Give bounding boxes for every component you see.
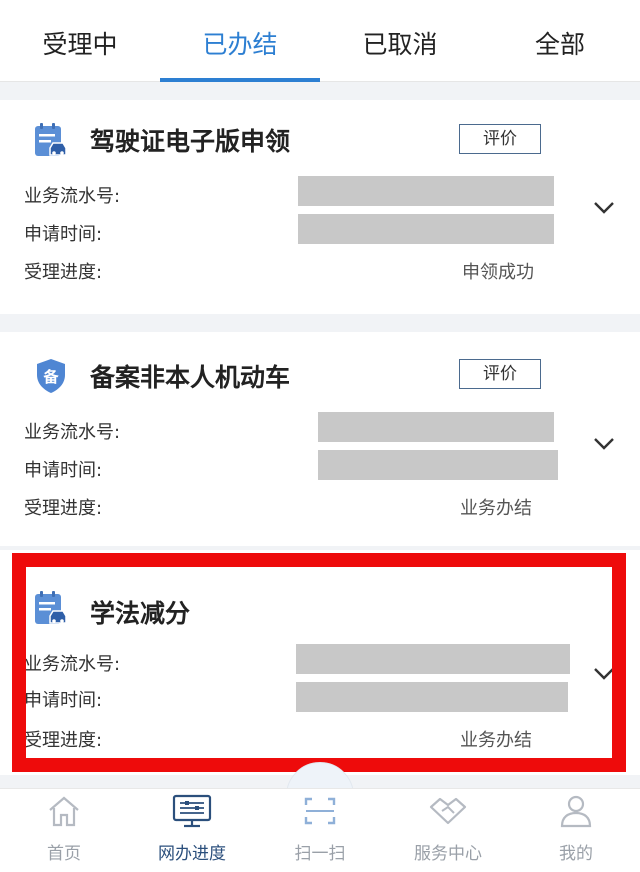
- rate-button[interactable]: 评价: [459, 359, 541, 389]
- chevron-down-icon[interactable]: [592, 436, 616, 452]
- status-text: 业务办结: [460, 498, 532, 519]
- serial-number-label: 业务流水号:: [24, 422, 121, 443]
- apply-time-redacted: [318, 450, 558, 480]
- shield-bei-icon: 备: [37, 359, 65, 393]
- nav-label: 扫一扫: [294, 844, 346, 864]
- serial-number-label: 业务流水号:: [24, 186, 121, 207]
- tab-all[interactable]: 全部: [480, 0, 640, 82]
- serial-number-redacted: [298, 176, 554, 206]
- vehicle-doc-icon: [35, 123, 67, 156]
- tab-in-progress[interactable]: 受理中: [0, 0, 160, 82]
- application-card[interactable]: 备 备案非本人机动车 评价 业务流水号: 申请时间: 受理进度: 业务办结: [0, 332, 640, 546]
- apply-time-redacted: [298, 214, 554, 244]
- highlight-frame: [12, 553, 626, 772]
- progress-label: 受理进度:: [24, 498, 103, 519]
- progress-label: 受理进度:: [24, 262, 103, 283]
- tab-completed[interactable]: 已办结: [160, 0, 320, 82]
- bottom-nav: 首页 网办进度 扫一扫 服务中心 我的: [0, 788, 640, 872]
- svg-text:备: 备: [42, 368, 59, 386]
- status-text: 申领成功: [462, 262, 534, 283]
- home-icon: [49, 796, 79, 827]
- serial-number-redacted: [318, 412, 554, 442]
- application-card[interactable]: 驾驶证电子版申领 评价 业务流水号: 申请时间: 受理进度: 申领成功: [0, 100, 640, 314]
- active-tab-indicator: [160, 78, 320, 82]
- scan-icon: [304, 797, 336, 825]
- nav-label: 网办进度: [158, 844, 226, 864]
- card-title: 备案非本人机动车: [90, 363, 291, 392]
- apply-time-label: 申请时间:: [24, 460, 103, 481]
- nav-item-mine[interactable]: 我的: [512, 789, 640, 872]
- card-title: 驾驶证电子版申领: [90, 127, 291, 156]
- nav-item-home[interactable]: 首页: [0, 789, 128, 872]
- status-tabs: 受理中 已办结 已取消 全部: [0, 0, 640, 82]
- nav-label: 首页: [47, 844, 81, 864]
- nav-item-scan[interactable]: 扫一扫: [256, 789, 384, 872]
- apply-time-label: 申请时间:: [24, 224, 103, 245]
- nav-label: 我的: [559, 844, 593, 864]
- rate-button[interactable]: 评价: [459, 124, 541, 154]
- handshake-icon: [429, 797, 467, 825]
- nav-item-progress[interactable]: 网办进度: [128, 789, 256, 872]
- nav-label: 服务中心: [414, 844, 482, 864]
- chevron-down-icon[interactable]: [592, 200, 616, 216]
- nav-item-service-center[interactable]: 服务中心: [384, 789, 512, 872]
- tab-cancelled[interactable]: 已取消: [320, 0, 480, 82]
- user-icon: [560, 795, 592, 828]
- monitor-progress-icon: [172, 794, 212, 828]
